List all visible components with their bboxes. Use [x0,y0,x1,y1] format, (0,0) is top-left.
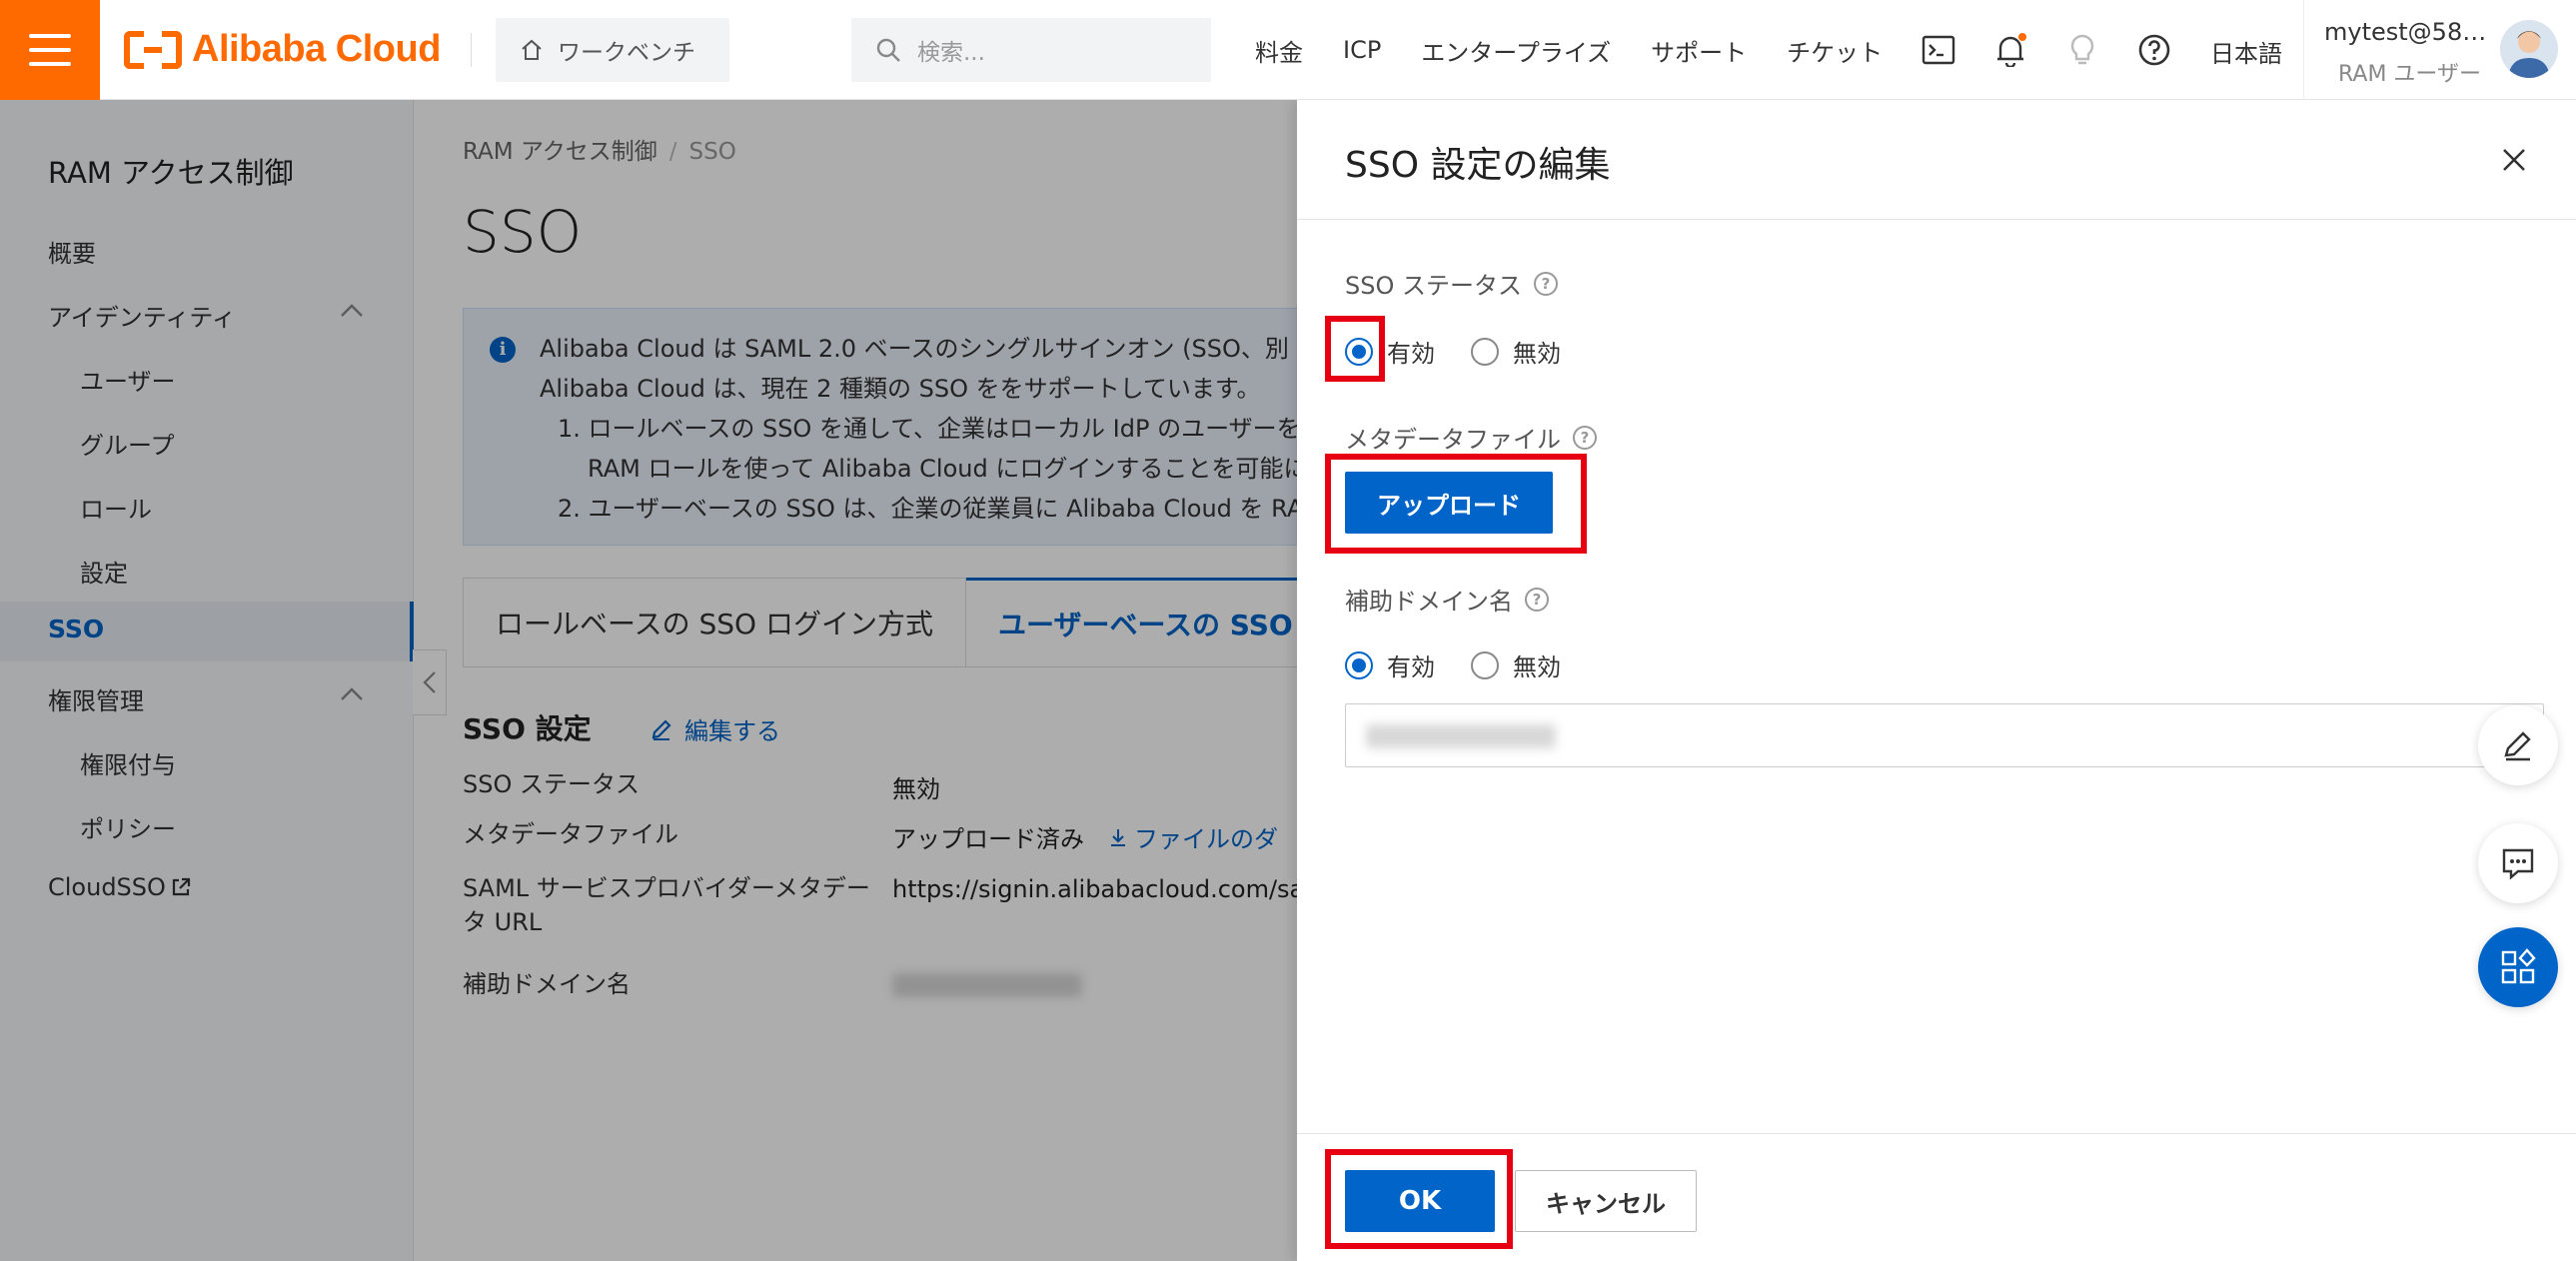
help-circle-icon[interactable]: ? [1573,425,1597,450]
redacted-domain-text [1366,724,1556,748]
search-placeholder: 検索... [917,40,985,66]
search-icon [876,38,900,62]
logo-text: Alibaba Cloud [192,28,441,70]
radio-button[interactable] [1471,650,1499,679]
terminal-icon[interactable] [1919,30,1958,70]
drawer-footer: OK キャンセル [1297,1133,2576,1261]
language-selector[interactable]: 日本語 [2210,34,2282,69]
sso-status-disabled-option[interactable]: 無効 [1471,334,1561,369]
drawer-title: SSO 設定の編集 [1345,145,1611,186]
sso-status-field-label: SSO ステータス ? [1345,266,1558,301]
radio-button-checked[interactable] [1345,337,1373,366]
domain-disabled-option[interactable]: 無効 [1471,647,1561,682]
domain-enabled-option[interactable]: 有効 [1345,647,1435,682]
sso-status-enabled-option[interactable]: 有効 [1345,334,1435,369]
alibaba-cloud-logo[interactable]: Alibaba Cloud [124,0,441,100]
search-input[interactable]: 検索... [851,18,1211,82]
sso-status-radio-group: 有効 無効 [1345,334,1597,369]
workbench-button[interactable]: ワークベンチ [495,17,729,82]
workbench-label: ワークベンチ [557,39,695,66]
ok-button[interactable]: OK [1345,1170,1495,1232]
nav-ticket[interactable]: チケット [1787,33,1883,68]
domain-radio-group: 有効 無効 [1345,647,1597,682]
top-nav-links: 料金 ICP エンタープライズ サポート チケット [1255,0,1923,100]
cancel-button[interactable]: キャンセル [1515,1170,1697,1232]
drawer-header: SSO 設定の編集 [1297,100,2576,220]
upload-button[interactable]: アップロード [1345,472,1553,534]
radio-button[interactable] [1471,337,1499,366]
topbar-divider [470,32,472,67]
metadata-file-label: メタデータファイル [1345,426,1561,454]
user-divider [2303,0,2304,100]
sso-status-label: SSO ステータス [1345,272,1522,300]
nav-support[interactable]: サポート [1651,33,1747,68]
hamburger-menu-icon[interactable] [0,0,100,100]
close-icon[interactable] [2496,142,2532,178]
logo-mark-icon [124,30,182,69]
apps-floating-button[interactable] [2478,927,2558,1007]
user-name[interactable]: mytest@58… [2324,18,2486,46]
avatar[interactable] [2500,20,2558,78]
radio-button-checked[interactable] [1345,650,1373,679]
auxiliary-domain-input[interactable] [1345,703,2544,767]
domain-field-label: 補助ドメイン名 ? [1345,582,1549,617]
radio-label: 有効 [1387,340,1435,368]
radio-label: 無効 [1513,340,1561,368]
edit-floating-button[interactable] [2478,705,2558,785]
nav-icp[interactable]: ICP [1343,36,1381,64]
nav-enterprise[interactable]: エンタープライズ [1421,33,1611,68]
nav-pricing[interactable]: 料金 [1255,33,1303,68]
radio-label: 無効 [1513,653,1561,681]
metadata-field-label: メタデータファイル ? [1345,420,1597,455]
chat-icon [2502,848,2534,880]
feedback-floating-button[interactable] [2478,823,2558,903]
apps-grid-icon [2501,948,2536,984]
help-circle-icon[interactable]: ? [1525,587,1549,612]
help-icon[interactable] [2134,30,2174,70]
help-circle-icon[interactable]: ? [1534,271,1558,296]
notification-bell-icon[interactable] [1990,30,2030,70]
edit-sso-drawer: SSO 設定の編集 SSO ステータス ? 有効 無効 メタデータファイル ? … [1297,100,2576,1261]
auxiliary-domain-label: 補助ドメイン名 [1345,588,1513,616]
lightbulb-icon[interactable] [2062,30,2102,70]
pencil-icon [2504,731,2531,761]
modal-overlay[interactable] [0,100,1297,1261]
home-icon [522,39,542,60]
user-role: RAM ユーザー [2338,62,2481,87]
radio-label: 有効 [1387,653,1435,681]
